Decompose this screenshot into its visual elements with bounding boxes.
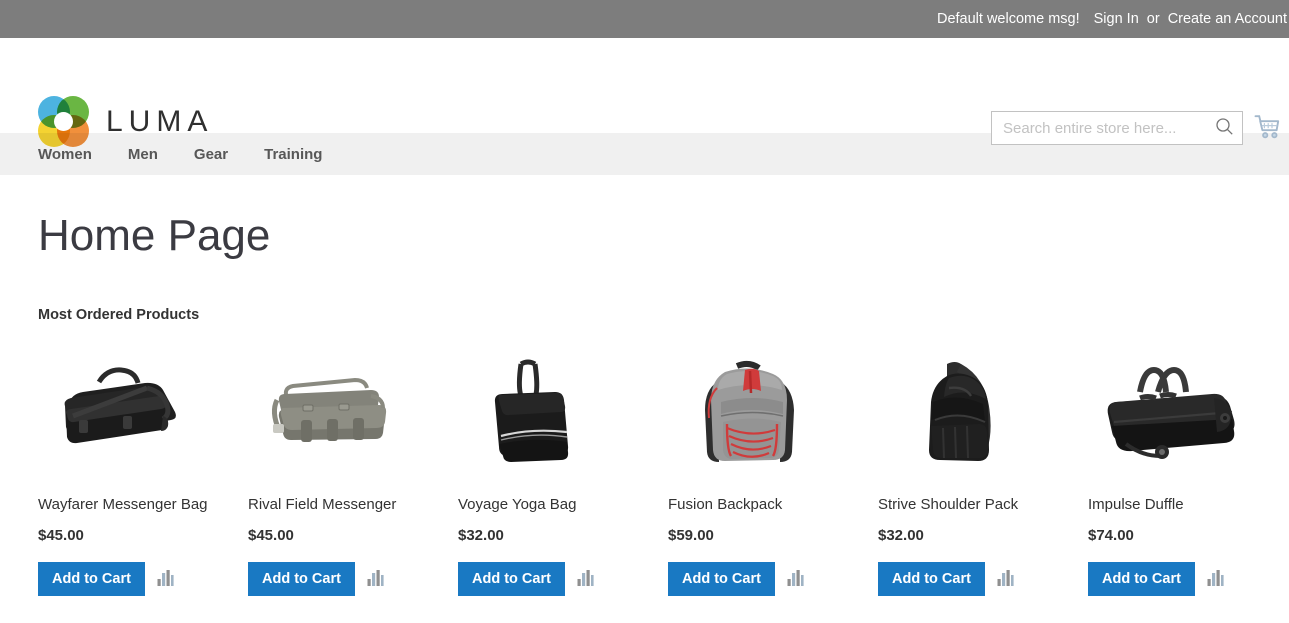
product-name[interactable]: Impulse Duffle [1088, 495, 1258, 515]
header-actions [991, 108, 1289, 148]
compare-bar-chart-icon [367, 569, 384, 589]
compare-bar-chart-icon [1207, 569, 1224, 589]
product-image-link[interactable] [1088, 353, 1253, 473]
add-to-compare-button[interactable] [1207, 569, 1224, 589]
black-messenger-bag-image [51, 358, 191, 468]
welcome-message: Default welcome msg! [936, 11, 1080, 27]
product-actions: Add to Cart [38, 562, 248, 597]
add-to-compare-button[interactable] [577, 569, 594, 589]
top-panel-separator: or [1146, 11, 1160, 27]
main-content: Home Page Most Ordered Products Wayfarer… [0, 211, 1289, 597]
add-to-compare-button[interactable] [997, 569, 1014, 589]
nav-item-women[interactable]: Women [38, 146, 110, 163]
add-to-cart-button[interactable]: Add to Cart [248, 562, 355, 597]
product-actions: Add to Cart [668, 562, 878, 597]
search-button[interactable] [1209, 111, 1239, 145]
page-title: Home Page [38, 211, 271, 260]
product-name[interactable]: Fusion Backpack [668, 495, 838, 515]
add-to-cart-button[interactable]: Add to Cart [38, 562, 145, 597]
site-header: LUMA [0, 38, 1289, 147]
nav-item-gear[interactable]: Gear [194, 146, 246, 163]
product-item: Fusion Backpack $59.00 Add to Cart [668, 353, 878, 597]
product-grid: Wayfarer Messenger Bag $45.00 Add to Car… [38, 353, 1251, 597]
luma-flower-logo-icon [38, 96, 89, 147]
product-price: $59.00 [668, 527, 714, 545]
add-to-compare-button[interactable] [367, 569, 384, 589]
product-name[interactable]: Rival Field Messenger [248, 495, 418, 515]
product-image-link[interactable] [248, 353, 413, 473]
top-panel-links: Default welcome msg! Sign In or Create a… [937, 11, 1289, 27]
add-to-cart-button[interactable]: Add to Cart [878, 562, 985, 597]
product-price: $45.00 [248, 527, 294, 545]
black-sling-shoulder-pack-image [891, 358, 1031, 468]
compare-bar-chart-icon [157, 569, 174, 589]
compare-bar-chart-icon [577, 569, 594, 589]
product-item: Strive Shoulder Pack $32.00 Add to Cart [878, 353, 1088, 597]
create-account-link[interactable]: Create an Account [1168, 11, 1287, 27]
search-icon [1215, 117, 1234, 139]
product-image-link[interactable] [878, 353, 1043, 473]
compare-bar-chart-icon [787, 569, 804, 589]
gray-red-backpack-image [681, 358, 821, 468]
minicart-button[interactable] [1245, 108, 1289, 148]
product-price: $32.00 [878, 527, 924, 545]
logo-link[interactable]: LUMA [38, 96, 213, 147]
product-item: Impulse Duffle $74.00 Add to Cart [1088, 353, 1289, 597]
top-panel: Default welcome msg! Sign In or Create a… [0, 0, 1289, 38]
product-actions: Add to Cart [1088, 562, 1289, 597]
product-item: Wayfarer Messenger Bag $45.00 Add to Car… [38, 353, 248, 597]
product-name[interactable]: Voyage Yoga Bag [458, 495, 628, 515]
add-to-compare-button[interactable] [787, 569, 804, 589]
add-to-cart-button[interactable]: Add to Cart [668, 562, 775, 597]
sign-in-link[interactable]: Sign In [1094, 11, 1139, 27]
product-name[interactable]: Wayfarer Messenger Bag [38, 495, 208, 515]
product-price: $45.00 [38, 527, 84, 545]
black-yoga-tote-bag-image [471, 358, 611, 468]
logo-text: LUMA [106, 104, 214, 138]
product-price: $32.00 [458, 527, 504, 545]
compare-bar-chart-icon [997, 569, 1014, 589]
gray-canvas-messenger-bag-image [261, 358, 401, 468]
search-input[interactable] [991, 111, 1243, 145]
product-actions: Add to Cart [458, 562, 668, 597]
black-rolling-duffle-bag-image [1096, 358, 1246, 468]
shopping-cart-icon [1254, 114, 1281, 143]
product-price: $74.00 [1088, 527, 1134, 545]
add-to-cart-button[interactable]: Add to Cart [1088, 562, 1195, 597]
nav-item-training[interactable]: Training [264, 146, 340, 163]
product-item: Rival Field Messenger $45.00 Add to Cart [248, 353, 458, 597]
product-image-link[interactable] [458, 353, 623, 473]
product-item: Voyage Yoga Bag $32.00 Add to Cart [458, 353, 668, 597]
product-actions: Add to Cart [878, 562, 1088, 597]
add-to-cart-button[interactable]: Add to Cart [458, 562, 565, 597]
search-box [991, 111, 1243, 145]
product-name[interactable]: Strive Shoulder Pack [878, 495, 1048, 515]
add-to-compare-button[interactable] [157, 569, 174, 589]
block-title-most-ordered: Most Ordered Products [38, 307, 200, 324]
product-actions: Add to Cart [248, 562, 458, 597]
nav-item-men[interactable]: Men [128, 146, 176, 163]
product-image-link[interactable] [668, 353, 833, 473]
product-image-link[interactable] [38, 353, 203, 473]
